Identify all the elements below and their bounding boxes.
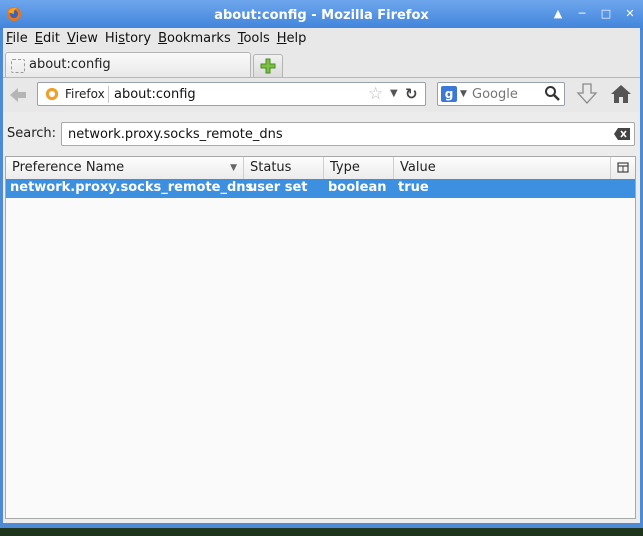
google-icon[interactable]: g — [441, 86, 457, 102]
sort-descending-icon: ▼ — [230, 163, 237, 173]
maximize-icon[interactable]: □ — [599, 7, 613, 21]
engine-dropdown-icon[interactable]: ▼ — [460, 89, 467, 99]
maximize-up-icon[interactable]: ▲ — [551, 7, 565, 21]
window-title: about:config - Mozilla Firefox — [214, 8, 429, 23]
column-status[interactable]: Status — [244, 157, 324, 179]
new-tab-button[interactable] — [253, 54, 283, 77]
star-icon[interactable]: ☆ — [368, 84, 383, 104]
close-icon[interactable]: ✕ — [623, 7, 637, 21]
browser-client: File Edit View History Bookmarks Tools H… — [3, 28, 640, 523]
reload-icon[interactable]: ↻ — [405, 85, 418, 103]
column-type[interactable]: Type — [324, 157, 394, 179]
config-search-field[interactable] — [61, 122, 635, 146]
column-picker-button[interactable] — [610, 157, 635, 179]
tab-bar: about:config — [3, 51, 640, 78]
history-dropdown-icon[interactable]: ▼ — [390, 88, 398, 99]
column-picker-icon — [617, 162, 629, 173]
about-config-page: Search: Preference Name ▼ Stat — [3, 112, 640, 523]
identity-label[interactable]: Firefox — [65, 87, 105, 101]
pref-status-cell: user set — [248, 180, 308, 195]
table-header: Preference Name ▼ Status Type Value — [6, 157, 635, 180]
menu-history[interactable]: History — [102, 28, 155, 50]
home-icon[interactable] — [609, 82, 633, 106]
menu-file[interactable]: File — [3, 28, 32, 50]
web-search-input[interactable] — [472, 85, 542, 103]
menu-help[interactable]: Help — [274, 28, 311, 50]
column-label: Type — [330, 160, 360, 175]
tab-label: about:config — [29, 57, 111, 72]
clear-icon[interactable] — [614, 128, 630, 140]
menu-view[interactable]: View — [64, 28, 102, 50]
pref-value-cell: true — [398, 180, 429, 195]
menu-tools[interactable]: Tools — [235, 28, 274, 50]
tab-about-config[interactable]: about:config — [5, 52, 251, 77]
search-bar[interactable]: g ▼ — [437, 82, 565, 106]
preferences-table: Preference Name ▼ Status Type Value netw… — [5, 156, 636, 519]
url-text[interactable]: about:config — [114, 87, 196, 102]
back-button[interactable] — [7, 84, 29, 106]
config-search-label: Search: — [7, 126, 57, 141]
column-preference-name[interactable]: Preference Name ▼ — [6, 157, 244, 179]
url-separator — [108, 86, 109, 103]
url-bar[interactable]: Firefox about:config ☆ ▼ ↻ — [37, 82, 426, 106]
menu-bar: File Edit View History Bookmarks Tools H… — [3, 28, 640, 50]
config-search-input[interactable] — [68, 125, 598, 143]
pref-name-cell: network.proxy.socks_remote_dns — [10, 180, 254, 195]
navigation-toolbar: Firefox about:config ☆ ▼ ↻ g ▼ — [3, 78, 640, 112]
column-label: Status — [250, 160, 292, 175]
menu-bookmarks[interactable]: Bookmarks — [155, 28, 235, 50]
column-value[interactable]: Value — [394, 157, 611, 179]
firefox-identity-icon — [45, 87, 59, 101]
firefox-window: about:config - Mozilla Firefox ▲ ─ □ ✕ F… — [0, 0, 643, 528]
download-icon[interactable] — [576, 82, 598, 106]
plus-icon — [260, 58, 276, 74]
pref-type-cell: boolean — [328, 180, 387, 195]
minimize-icon[interactable]: ─ — [575, 7, 589, 21]
back-icon — [10, 88, 26, 102]
table-row[interactable]: network.proxy.socks_remote_dns user set … — [6, 179, 635, 198]
menu-edit[interactable]: Edit — [32, 28, 64, 50]
magnifier-icon[interactable] — [544, 85, 560, 101]
config-search-row: Search: — [3, 112, 640, 152]
column-label: Preference Name — [12, 160, 125, 175]
title-bar[interactable]: about:config - Mozilla Firefox ▲ ─ □ ✕ — [0, 0, 643, 30]
page-favicon-icon — [11, 59, 25, 73]
column-label: Value — [400, 160, 436, 175]
